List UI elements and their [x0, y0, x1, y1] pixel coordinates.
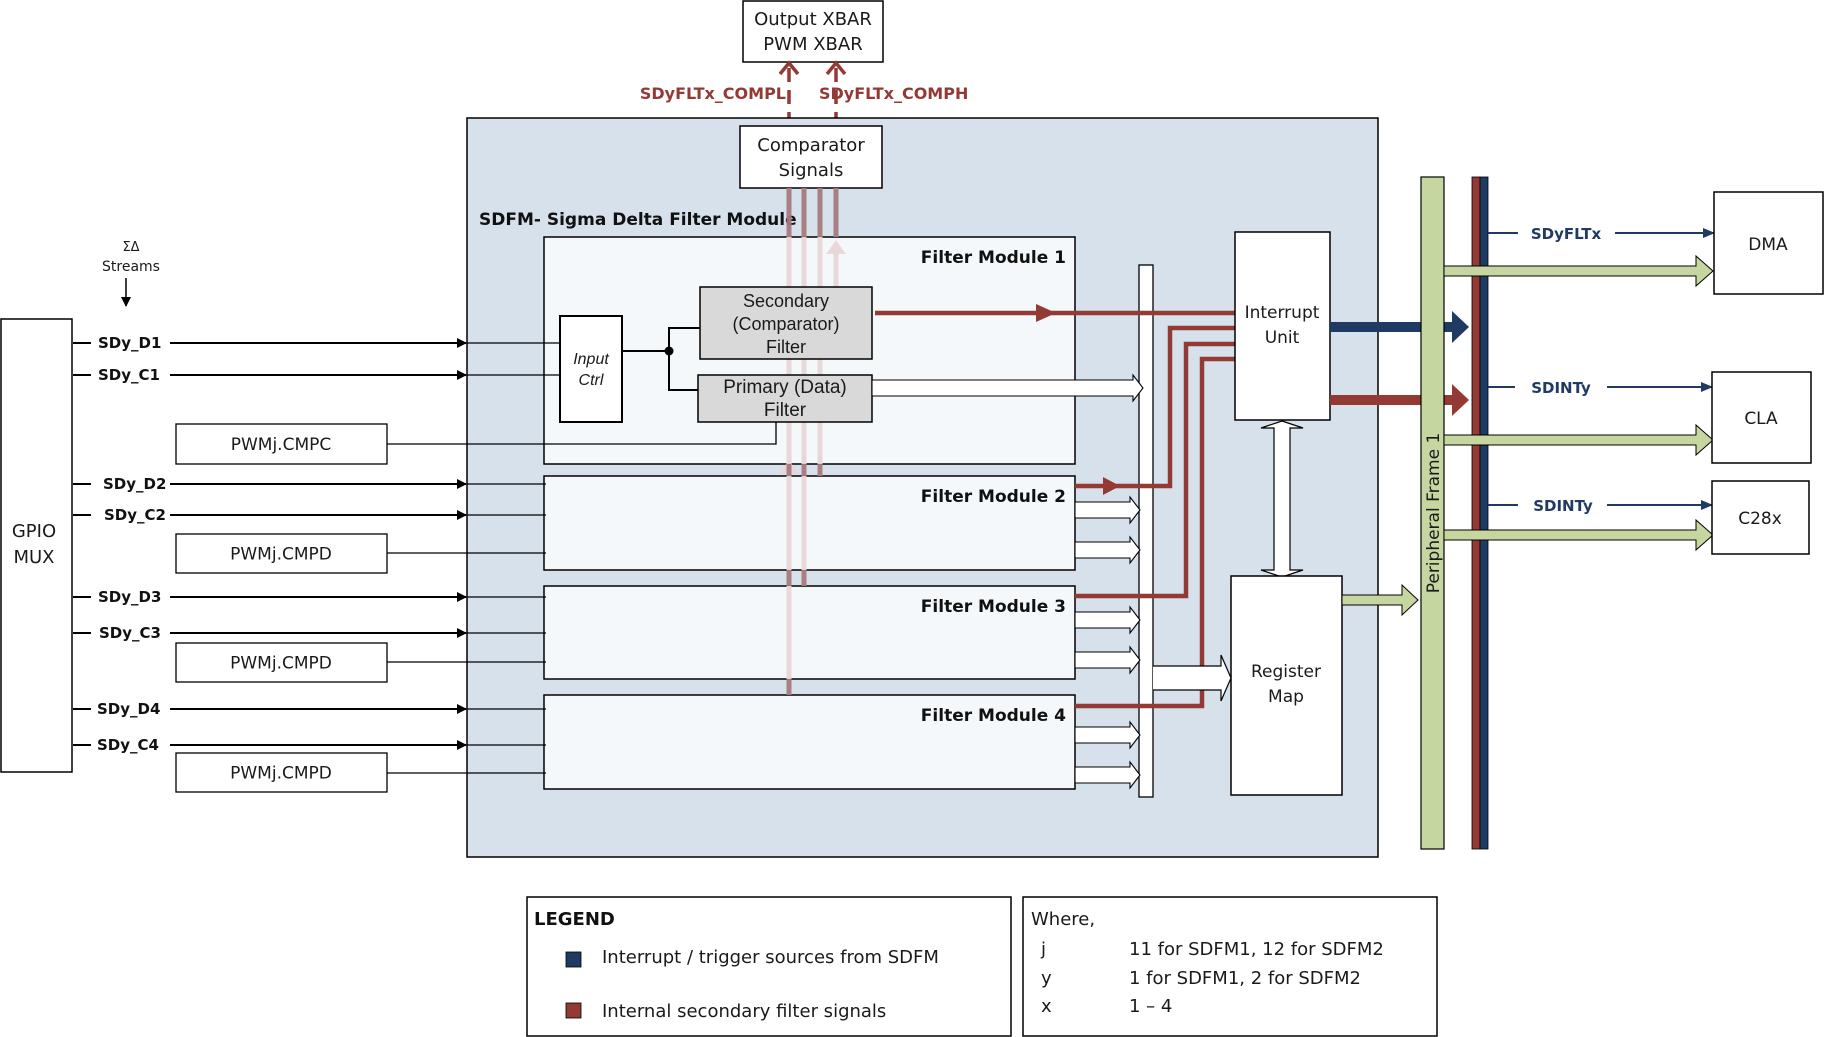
svg-text:Primary (Data): Primary (Data) — [723, 377, 847, 398]
svg-text:PWMj.CMPC: PWMj.CMPC — [231, 435, 332, 455]
compl-signal: SDyFLTx_COMPL — [640, 60, 800, 126]
dma-signal: SDyFLTx — [1488, 225, 1715, 243]
legend-item-0: Interrupt / trigger sources from SDFM — [602, 947, 939, 968]
svg-text:DMA: DMA — [1748, 235, 1788, 255]
data-bus-bar — [1138, 264, 1154, 798]
input-label: SDy_C2 — [104, 506, 166, 524]
input-label: SDy_C1 — [98, 366, 160, 384]
dma-signal-label: SDyFLTx — [1531, 225, 1602, 243]
input-label: SDy_C4 — [97, 736, 159, 754]
svg-text:j: j — [1040, 939, 1046, 960]
comparator-line1: Comparator — [757, 135, 865, 156]
gpio-line2: MUX — [13, 547, 54, 568]
svg-text:Filter: Filter — [766, 337, 806, 357]
filter-module-label: Filter Module 2 — [921, 487, 1066, 507]
svg-text:PWMj.CMPD: PWMj.CMPD — [230, 764, 332, 784]
cla-box: CLA — [1711, 371, 1812, 464]
svg-text:1 – 4: 1 – 4 — [1129, 996, 1172, 1017]
blue-signal-bus — [1479, 176, 1489, 850]
svg-text:Filter: Filter — [764, 400, 807, 421]
c28x-signal-label: SDINTy — [1533, 497, 1593, 515]
filter-module-label: Filter Module 1 — [921, 248, 1066, 268]
svg-text:Map: Map — [1268, 687, 1304, 707]
svg-text:Interrupt: Interrupt — [1245, 303, 1320, 323]
junction-dot — [664, 346, 674, 356]
filter-module-label: Filter Module 4 — [921, 706, 1066, 726]
interrupt-unit-box: Interrupt Unit — [1234, 231, 1331, 421]
svg-text:1 for SDFM1, 2 for SDFM2: 1 for SDFM1, 2 for SDFM2 — [1129, 968, 1361, 989]
secondary-comparator-filter: Secondary (Comparator) Filter — [699, 286, 873, 360]
comph-signal: SDyFLTx_COMPH — [819, 60, 968, 126]
gpio-line1: GPIO — [12, 521, 56, 542]
primary-data-filter: Primary (Data) Filter — [697, 374, 873, 423]
compl-label: SDyFLTx_COMPL — [640, 84, 786, 103]
red-signal-bus — [1471, 176, 1481, 850]
cla-signal: SDINTy — [1488, 379, 1713, 397]
svg-text:y: y — [1041, 968, 1052, 989]
svg-text:PWMj.CMPD: PWMj.CMPD — [230, 545, 332, 565]
svg-text:CLA: CLA — [1744, 409, 1778, 429]
peripheral-frame-bus: Peripheral Frame 1 — [1420, 176, 1445, 850]
gpio-mux-box: GPIO MUX — [0, 318, 73, 773]
filter-module-label: Filter Module 3 — [921, 597, 1066, 617]
comparator-line2: Signals — [779, 160, 844, 181]
xbar-line1: Output XBAR — [754, 9, 872, 30]
where-box: Where, j 11 for SDFM1, 12 for SDFM2 y 1 … — [1022, 896, 1438, 1037]
legend-box: LEGEND Interrupt / trigger sources from … — [526, 896, 1012, 1037]
svg-text:Unit: Unit — [1265, 328, 1300, 348]
sigma-delta-streams-label: ΣΔ Streams — [102, 240, 160, 307]
legend-red-swatch — [565, 1002, 582, 1019]
svg-text:(Comparator): (Comparator) — [732, 314, 839, 334]
legend-blue-swatch — [565, 951, 582, 968]
input-label: SDy_D3 — [98, 588, 161, 606]
svg-text:Streams: Streams — [102, 259, 160, 275]
comph-label: SDyFLTx_COMPH — [819, 84, 968, 103]
svg-text:Ctrl: Ctrl — [579, 372, 604, 389]
input-label: SDy_D1 — [98, 334, 161, 352]
input-label: SDy_D4 — [97, 700, 160, 718]
comparator-signals-box: Comparator Signals — [739, 125, 883, 189]
legend-title: LEGEND — [534, 909, 615, 930]
output-xbar-box: Output XBAR PWM XBAR — [742, 0, 884, 63]
filter-module-4: Filter Module 4 — [543, 694, 1076, 790]
cla-signal-label: SDINTy — [1531, 379, 1591, 397]
pwm-compare-box-1: PWMj.CMPC — [175, 423, 388, 465]
sdfm-title: SDFM- Sigma Delta Filter Module — [479, 210, 797, 230]
legend-item-1: Internal secondary filter signals — [602, 1001, 886, 1022]
svg-text:Register: Register — [1251, 662, 1321, 682]
svg-text:ΣΔ: ΣΔ — [122, 240, 139, 255]
svg-text:Input: Input — [573, 351, 609, 368]
svg-text:Secondary: Secondary — [743, 291, 829, 311]
input-ctrl-block: Input Ctrl — [559, 315, 623, 423]
register-map-box: Register Map — [1230, 575, 1343, 796]
input-label: SDy_C3 — [99, 624, 161, 642]
input-label: SDy_D2 — [103, 475, 166, 493]
svg-text:PWMj.CMPD: PWMj.CMPD — [230, 654, 332, 674]
svg-text:x: x — [1041, 996, 1052, 1017]
filter-module-3: Filter Module 3 — [543, 585, 1076, 680]
c28x-signal: SDINTy — [1488, 497, 1713, 515]
svg-text:Peripheral Frame 1: Peripheral Frame 1 — [1424, 433, 1444, 594]
xbar-line2: PWM XBAR — [763, 34, 862, 55]
dma-box: DMA — [1713, 191, 1824, 295]
svg-text:11 for SDFM1, 12 for SDFM2: 11 for SDFM1, 12 for SDFM2 — [1129, 939, 1384, 960]
svg-text:C28x: C28x — [1738, 509, 1782, 529]
sdfm-block-diagram: Output XBAR PWM XBAR SDyFLTx_COMPL SDyFL… — [0, 0, 1824, 1037]
c28x-box: C28x — [1711, 480, 1810, 555]
filter-module-2: Filter Module 2 — [543, 475, 1076, 571]
svg-text:Where,: Where, — [1031, 909, 1095, 930]
